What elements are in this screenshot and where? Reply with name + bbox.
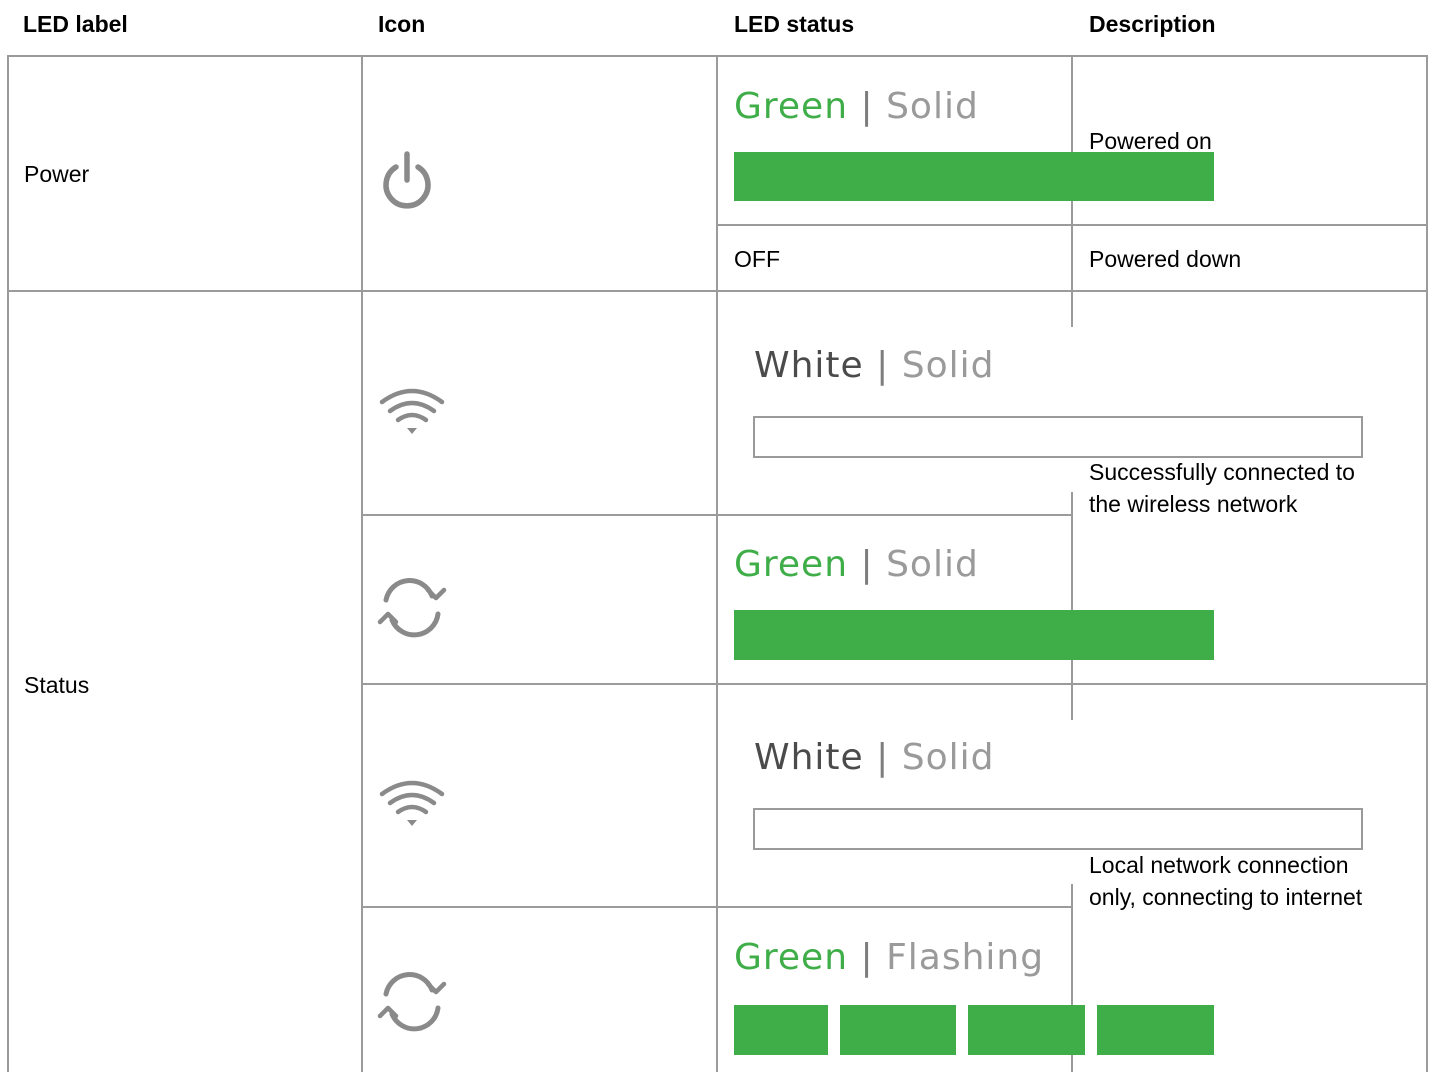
table-border-right	[1426, 55, 1428, 1072]
led-mode: Flashing	[886, 937, 1045, 978]
description-local-line1: Local network connection	[1089, 852, 1349, 878]
header-led-status: LED status	[734, 11, 855, 37]
led-bar-flash-segment	[968, 1005, 1085, 1055]
led-mode: Solid	[901, 345, 995, 386]
table-border-left	[7, 55, 9, 1072]
led-separator: |	[860, 937, 874, 978]
wifi-icon	[378, 780, 446, 828]
led-status-off: OFF	[734, 246, 780, 272]
sync-icon	[376, 578, 448, 638]
led-bar-solid-white	[753, 416, 1363, 458]
led-label-status: Status	[24, 672, 90, 698]
led-separator: |	[860, 544, 874, 585]
led-status-wifi-white-solid: White | Solid	[754, 345, 994, 387]
led-color-word: Green	[734, 937, 849, 978]
led-mode: Solid	[901, 737, 995, 778]
led-color-word: Green	[734, 544, 849, 585]
led-mode: Solid	[886, 86, 979, 127]
led-bar-solid-green	[734, 152, 1214, 201]
description-local-line2: only, connecting to internet	[1089, 884, 1363, 910]
header-icon: Icon	[378, 11, 426, 37]
header-led-label: LED label	[23, 11, 128, 37]
sync-icon	[376, 972, 448, 1032]
led-status-sync-green-solid: Green | Solid	[734, 544, 979, 586]
column-divider	[361, 55, 363, 1072]
led-mode: Solid	[886, 544, 979, 585]
description-powered-on: Powered on	[1089, 128, 1212, 154]
led-color-word: White	[754, 345, 864, 386]
column-divider	[716, 55, 718, 1072]
column-divider	[1071, 492, 1073, 720]
power-icon	[378, 150, 436, 212]
led-color-word: White	[754, 737, 864, 778]
led-separator: |	[876, 345, 890, 386]
header-description: Description	[1089, 11, 1216, 37]
led-bar-flash-segment	[1097, 1005, 1214, 1055]
description-connected-line1: Successfully connected to	[1089, 459, 1355, 485]
led-bar-solid-green	[734, 610, 1214, 660]
row-divider	[362, 683, 1428, 685]
led-bar-flash-segment	[840, 1005, 956, 1055]
wifi-icon	[378, 388, 446, 436]
led-status-power-on: Green | Solid	[734, 86, 979, 128]
led-color-word: Green	[734, 86, 849, 127]
led-label-power: Power	[24, 161, 90, 187]
led-bar-solid-white	[753, 808, 1363, 850]
led-status-wifi-white-solid: White | Solid	[754, 737, 994, 779]
description-connected-line2: the wireless network	[1089, 491, 1298, 517]
led-bar-flash-segment	[734, 1005, 828, 1055]
led-separator: |	[860, 86, 874, 127]
description-powered-down: Powered down	[1089, 246, 1242, 272]
led-separator: |	[876, 737, 890, 778]
led-status-sync-green-flashing: Green | Flashing	[734, 937, 1044, 979]
